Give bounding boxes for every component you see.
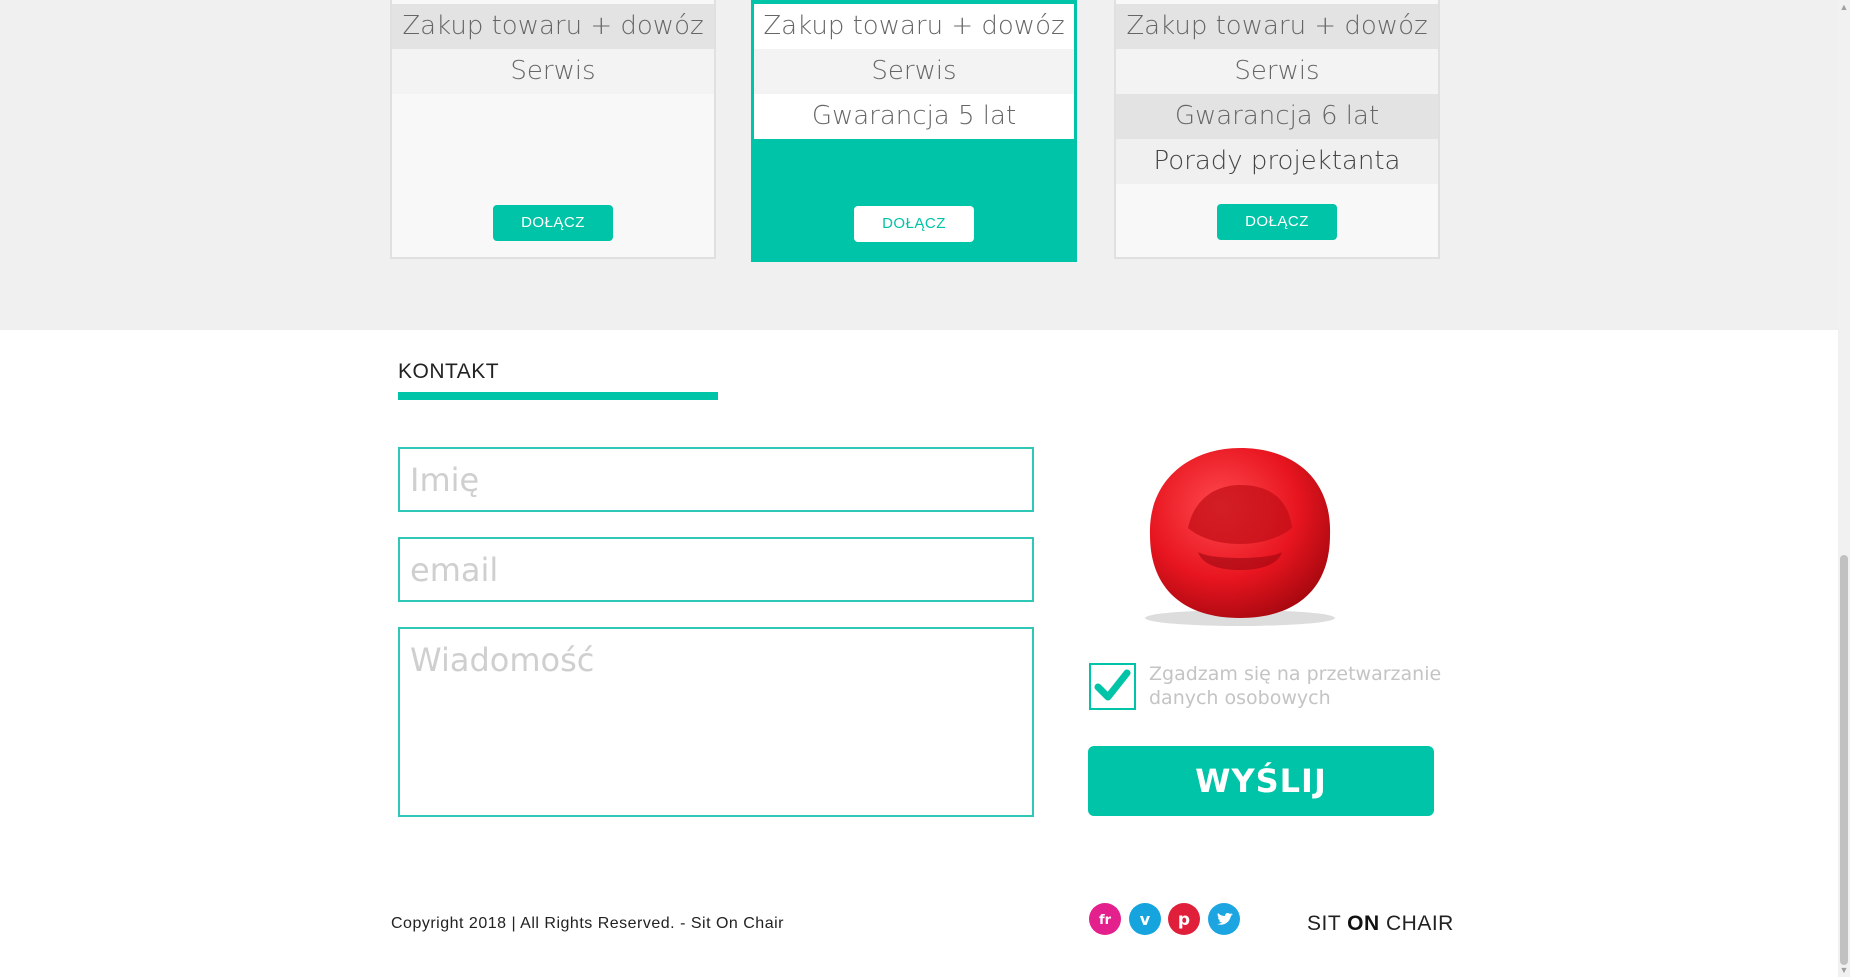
pricing-feature: Gwarancja 5 lat bbox=[754, 94, 1074, 139]
name-input[interactable] bbox=[398, 447, 1034, 512]
svg-text:p: p bbox=[1178, 910, 1190, 930]
page-scrollbar[interactable]: ▲ ▼ bbox=[1838, 0, 1850, 977]
pricing-feature: Zakup towaru + dowóz bbox=[1116, 4, 1438, 49]
logo-part: CHAIR bbox=[1385, 912, 1454, 935]
copyright-text: Copyright 2018 | All Rights Reserved. - … bbox=[391, 915, 784, 932]
pricing-feature: Serwis bbox=[392, 49, 714, 94]
logo-part: SIT bbox=[1307, 912, 1341, 935]
check-icon bbox=[1094, 669, 1131, 701]
send-button[interactable]: WYŚLIJ bbox=[1088, 746, 1434, 816]
title-underline bbox=[398, 392, 718, 400]
svg-text:v: v bbox=[1140, 910, 1151, 929]
scroll-up-icon[interactable]: ▲ bbox=[1838, 0, 1850, 14]
consent-checkbox[interactable] bbox=[1089, 663, 1136, 710]
footer-logo[interactable]: SIT ON CHAIR bbox=[1307, 912, 1454, 936]
pricing-feature: Serwis bbox=[1116, 49, 1438, 94]
pricing-feature: Zakup towaru + dowóz bbox=[392, 4, 714, 49]
pricing-feature: Gwarancja 6 lat bbox=[1116, 94, 1438, 139]
pricing-card-premium: Zakup towaru + dowóz Serwis Gwarancja 6 … bbox=[1114, 0, 1440, 259]
section-title: KONTAKT bbox=[398, 360, 500, 383]
join-button[interactable]: DOŁĄCZ bbox=[854, 206, 974, 242]
flickr-icon[interactable]: fr bbox=[1089, 903, 1121, 935]
join-button[interactable]: DOŁĄCZ bbox=[1217, 204, 1337, 240]
message-textarea[interactable] bbox=[398, 627, 1034, 817]
pricing-feature: Porady projektanta bbox=[1116, 139, 1438, 184]
pricing-feature: Serwis bbox=[754, 49, 1074, 94]
pricing-card-standard: Zakup towaru + dowóz Serwis Gwarancja 5 … bbox=[751, 0, 1077, 262]
scroll-down-icon[interactable]: ▼ bbox=[1838, 963, 1850, 977]
armchair-image bbox=[1145, 448, 1335, 626]
consent-label: Zgadzam się na przetwarzanie danych osob… bbox=[1149, 663, 1442, 709]
logo-part-bold: ON bbox=[1347, 912, 1380, 935]
pricing-feature: Zakup towaru + dowóz bbox=[754, 4, 1074, 49]
vimeo-icon[interactable]: v bbox=[1129, 903, 1161, 935]
pinterest-icon[interactable]: p bbox=[1168, 903, 1200, 935]
email-input[interactable] bbox=[398, 537, 1034, 602]
pricing-card-basic: Zakup towaru + dowóz Serwis DOŁĄCZ bbox=[390, 0, 716, 259]
join-button[interactable]: DOŁĄCZ bbox=[493, 205, 613, 241]
scrollbar-thumb[interactable] bbox=[1840, 555, 1848, 965]
twitter-icon[interactable] bbox=[1208, 903, 1240, 935]
svg-text:fr: fr bbox=[1099, 913, 1112, 928]
